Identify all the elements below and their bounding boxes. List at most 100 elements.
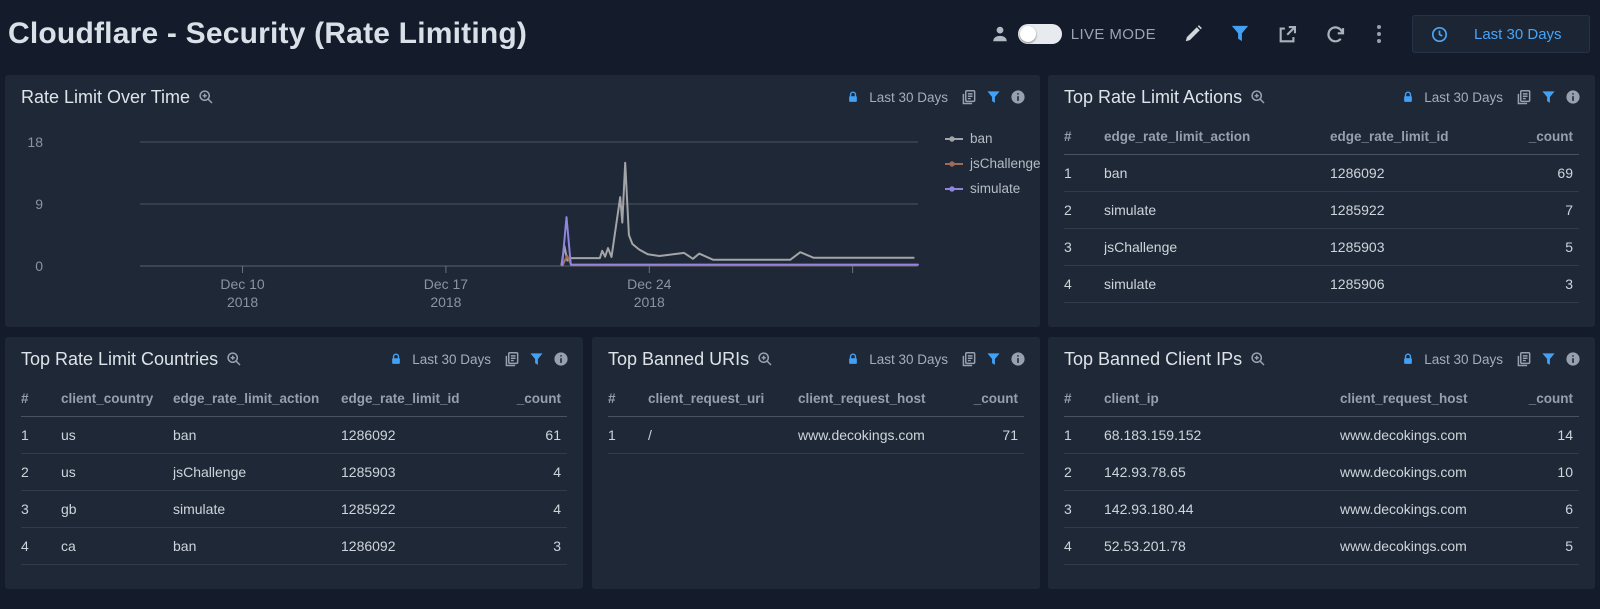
column-header[interactable]: client_country [61, 381, 173, 417]
table-cell: 52.53.201.78 [1104, 528, 1340, 565]
column-header[interactable]: _count [487, 381, 567, 417]
column-header[interactable]: edge_rate_limit_action [173, 381, 341, 417]
filter-icon[interactable] [1541, 90, 1556, 105]
table-cell: 3 [487, 528, 567, 565]
column-header[interactable]: client_request_host [798, 381, 944, 417]
zoom-in-icon[interactable] [757, 351, 773, 367]
table-row: 2142.93.78.65www.decokings.com10 [1064, 454, 1579, 491]
topbar-controls: LIVE MODE Last 30 Days [991, 15, 1590, 53]
filter-icon[interactable] [1541, 352, 1556, 367]
table-cell: www.decokings.com [1340, 454, 1504, 491]
copy-icon[interactable] [1515, 89, 1532, 106]
table-cell: 1286092 [341, 417, 487, 454]
table-cell: / [648, 417, 798, 454]
legend-item-jsChallenge[interactable]: jsChallenge [945, 156, 1041, 171]
table-cell: 3 [1489, 266, 1579, 303]
filter-icon[interactable] [986, 90, 1001, 105]
rate-limit-chart[interactable]: 0918Dec 102018Dec 172018Dec 242018 [5, 119, 1040, 324]
legend-item-ban[interactable]: ban [945, 131, 1041, 146]
column-header[interactable]: # [1064, 119, 1104, 155]
column-header[interactable]: client_request_host [1340, 381, 1504, 417]
copy-icon[interactable] [503, 351, 520, 368]
panel-top-rate-limit-countries: Top Rate Limit Countries Last 30 Days [5, 337, 583, 589]
table-cell: 4 [487, 454, 567, 491]
panel-title: Top Rate Limit Actions [1064, 87, 1242, 108]
table-cell: 1285903 [1330, 229, 1489, 266]
column-header[interactable]: _count [1489, 119, 1579, 155]
info-icon[interactable] [1565, 351, 1581, 367]
panel-time-range[interactable]: Last 30 Days [869, 352, 948, 367]
legend-marker [945, 160, 963, 168]
toggle-knob [1020, 26, 1036, 42]
refresh-icon[interactable] [1325, 24, 1346, 45]
panel-top-banned-uris: Top Banned URIs Last 30 Days #client_ [592, 337, 1040, 589]
column-header[interactable]: _count [1504, 381, 1579, 417]
x-axis-label-year: 2018 [227, 294, 258, 310]
column-header[interactable]: client_ip [1104, 381, 1340, 417]
zoom-in-icon[interactable] [1250, 351, 1266, 367]
filter-icon[interactable] [529, 352, 544, 367]
zoom-in-icon[interactable] [198, 89, 214, 105]
panel-time-range[interactable]: Last 30 Days [1424, 352, 1503, 367]
live-mode-label: LIVE MODE [1071, 26, 1156, 43]
column-header[interactable]: edge_rate_limit_id [1330, 119, 1489, 155]
table-cell: us [61, 417, 173, 454]
filter-icon[interactable] [986, 352, 1001, 367]
table-row: 2usjsChallenge12859034 [21, 454, 567, 491]
table-cell: 3 [21, 491, 61, 528]
table-cell: simulate [173, 491, 341, 528]
table-row: 1ban128609269 [1064, 155, 1579, 192]
table-cell: 3 [1064, 491, 1104, 528]
table-cell: 1285922 [1330, 192, 1489, 229]
panel-time-range[interactable]: Last 30 Days [1424, 90, 1503, 105]
column-header[interactable]: edge_rate_limit_id [341, 381, 487, 417]
copy-icon[interactable] [960, 351, 977, 368]
table-cell: 1 [1064, 417, 1104, 454]
info-icon[interactable] [1010, 351, 1026, 367]
share-icon[interactable] [1277, 24, 1298, 45]
more-menu-icon[interactable] [1373, 23, 1385, 45]
table-cell: 14 [1504, 417, 1579, 454]
table-cell: 71 [944, 417, 1024, 454]
panel-time-range[interactable]: Last 30 Days [412, 352, 491, 367]
table-cell: ban [1104, 155, 1330, 192]
copy-icon[interactable] [1515, 351, 1532, 368]
table-cell: www.decokings.com [1340, 417, 1504, 454]
table-cell: 1286092 [341, 528, 487, 565]
panel-rate-limit-over-time: Rate Limit Over Time Last 30 Days 091 [5, 75, 1040, 327]
info-icon[interactable] [1010, 89, 1026, 105]
x-axis-label: Dec 24 [627, 276, 672, 292]
ips-table: #client_ipclient_request_host_count168.1… [1048, 381, 1595, 565]
zoom-in-icon[interactable] [226, 351, 242, 367]
panel-title: Top Rate Limit Countries [21, 349, 218, 370]
table-cell: 142.93.180.44 [1104, 491, 1340, 528]
lock-icon [846, 90, 860, 104]
table-cell: 4 [21, 528, 61, 565]
series-line-ban [562, 163, 914, 265]
table-cell: 4 [1064, 528, 1104, 565]
table-row: 4simulate12859063 [1064, 266, 1579, 303]
y-axis-label: 9 [35, 196, 43, 212]
info-icon[interactable] [1565, 89, 1581, 105]
column-header[interactable]: # [21, 381, 61, 417]
zoom-in-icon[interactable] [1250, 89, 1266, 105]
time-range-button[interactable]: Last 30 Days [1412, 15, 1590, 53]
table-cell: 61 [487, 417, 567, 454]
column-header[interactable]: # [1064, 381, 1104, 417]
filter-icon[interactable] [1230, 24, 1250, 44]
panel-top-rate-limit-actions: Top Rate Limit Actions Last 30 Days # [1048, 75, 1595, 327]
table-cell: www.decokings.com [798, 417, 944, 454]
legend-item-simulate[interactable]: simulate [945, 181, 1041, 196]
panel-time-range[interactable]: Last 30 Days [869, 90, 948, 105]
table-cell: 1285906 [1330, 266, 1489, 303]
copy-icon[interactable] [960, 89, 977, 106]
legend-label: ban [970, 131, 993, 146]
column-header[interactable]: _count [944, 381, 1024, 417]
info-icon[interactable] [553, 351, 569, 367]
column-header[interactable]: edge_rate_limit_action [1104, 119, 1330, 155]
live-mode-toggle[interactable] [1018, 24, 1062, 44]
edit-icon[interactable] [1183, 24, 1203, 44]
panel-top-banned-client-ips: Top Banned Client IPs Last 30 Days #c [1048, 337, 1595, 589]
column-header[interactable]: # [608, 381, 648, 417]
column-header[interactable]: client_request_uri [648, 381, 798, 417]
